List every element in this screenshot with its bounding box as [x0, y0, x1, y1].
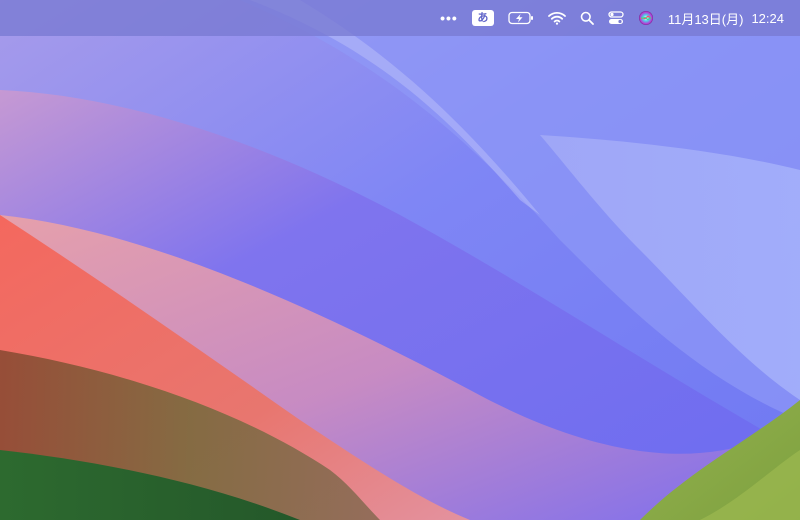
- siri-icon[interactable]: [638, 6, 654, 30]
- battery-charging-icon[interactable]: [508, 6, 534, 30]
- time-label: 12:24: [751, 10, 784, 26]
- wifi-icon[interactable]: [547, 6, 566, 30]
- input-method-icon: あ: [471, 10, 494, 26]
- menu-bar: ••• あ 11月13日(月) 12:24: [0, 0, 800, 36]
- wallpaper: [0, 0, 800, 520]
- desktop[interactable]: ••• あ 11月13日(月) 12:24: [0, 0, 800, 520]
- input-method-menu[interactable]: あ: [471, 6, 494, 30]
- date-label: 11月13日(月): [667, 11, 744, 27]
- more-menu-extras-icon[interactable]: •••: [440, 6, 458, 30]
- control-center-icon[interactable]: [608, 6, 624, 30]
- spotlight-search-icon[interactable]: [580, 6, 594, 30]
- clock[interactable]: 11月13日(月) 12:24: [668, 6, 784, 30]
